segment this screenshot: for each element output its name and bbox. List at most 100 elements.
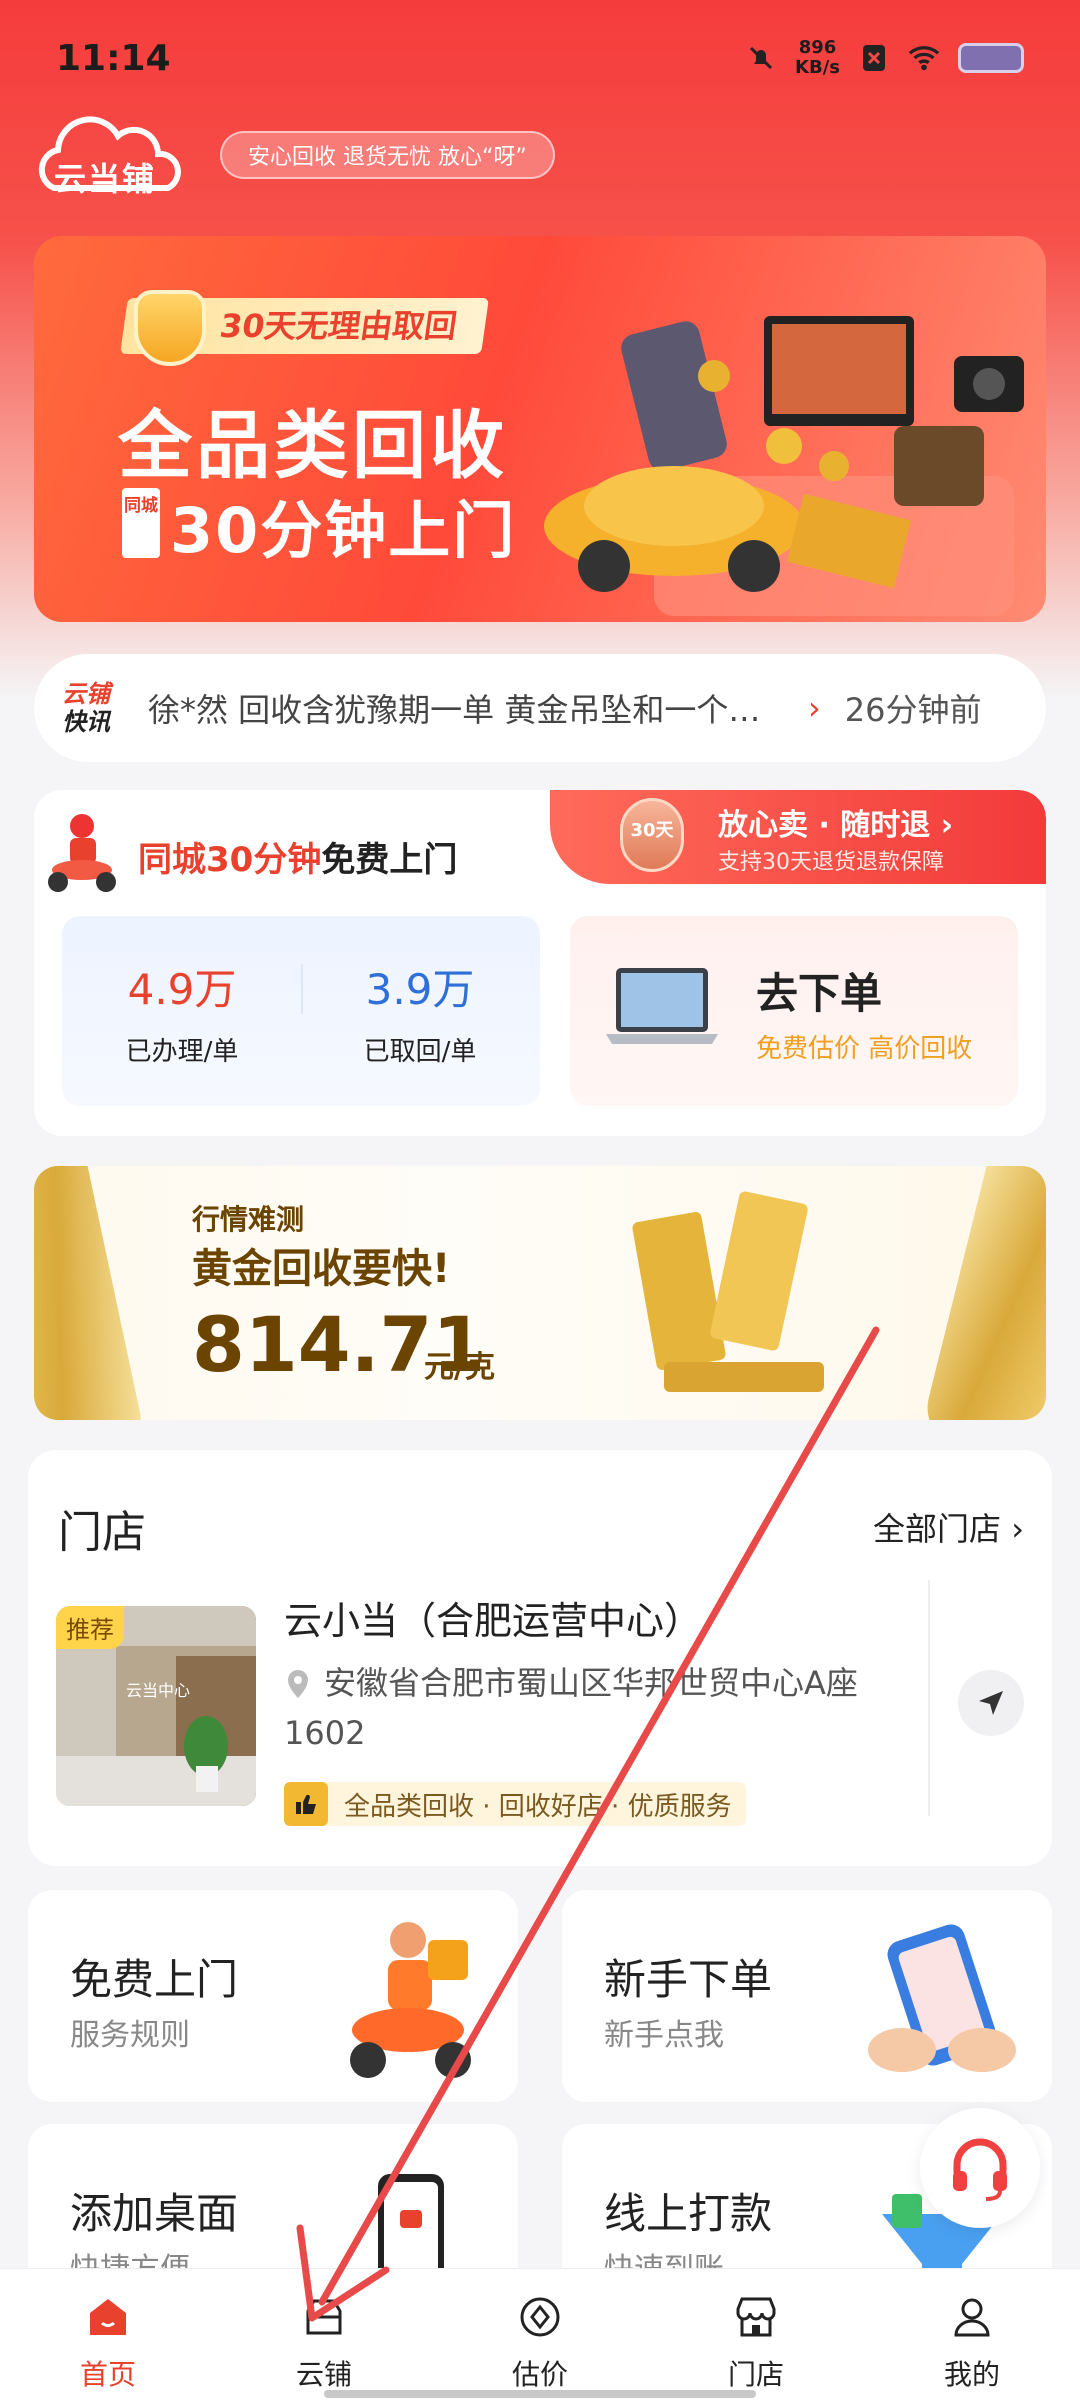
store-feature-text: 全品类回收 · 回收好店 · 优质服务 xyxy=(344,1791,732,1822)
store-name[interactable]: 云小当（合肥运营中心） xyxy=(284,1590,702,1645)
medal-icon: 30天 xyxy=(620,798,684,872)
ticker-logo-top: 云铺 xyxy=(62,680,110,708)
mute-bell-icon xyxy=(745,42,777,74)
ticker-text: 徐*然 回收含犹豫期一单 黄金吊坠和一个黄… xyxy=(148,691,788,729)
nav-tab-profile[interactable]: 我的 xyxy=(864,2269,1080,2408)
gold-unit: 元/克 xyxy=(424,1350,495,1385)
navigation-arrow-icon xyxy=(979,1691,1003,1715)
stat-redeemed-value: 3.9万 xyxy=(365,965,475,1014)
app-logo: 云当铺 xyxy=(34,112,184,198)
headset-icon xyxy=(953,2138,1007,2201)
status-bar: 11:14 896 KB/s xyxy=(0,0,1080,120)
ticker-logo-bottom: 快讯 xyxy=(62,708,110,736)
order-title: 去下单 xyxy=(756,969,883,1018)
slogan-pill: 安心回收 退货无忧 放心“呀” xyxy=(220,131,555,179)
hand-phone-icon xyxy=(868,1924,1016,2072)
tile-free-visit[interactable]: 免费上门 服务规则 xyxy=(28,1890,518,2102)
recommended-tag: 推荐 xyxy=(56,1606,124,1649)
tile-free-visit-sub: 服务规则 xyxy=(70,2018,190,2053)
status-icons: 896 KB/s xyxy=(745,38,1024,78)
tile-beginner-order-title: 新手下单 xyxy=(604,1955,773,2004)
gold-title: 黄金回收要快! xyxy=(192,1246,451,1292)
stat-handled-value: 4.9万 xyxy=(127,965,237,1014)
store-heading: 门店 xyxy=(58,1507,146,1558)
tile-free-visit-title: 免费上门 xyxy=(70,1955,239,2004)
service-title-rest: 免费上门 xyxy=(321,840,458,880)
nav-tab-yunpu-label: 云铺 xyxy=(295,2358,352,2391)
home-icon xyxy=(90,2299,126,2335)
shop-box-icon xyxy=(306,2299,342,2335)
nav-tab-valuation-label: 估价 xyxy=(511,2358,568,2391)
service-title-highlight: 同城30分钟 xyxy=(138,840,322,880)
guarantee-banner[interactable]: 30天 放心卖 · 随时退 › 支持30天退货退款保障 xyxy=(550,790,1046,884)
store-icon xyxy=(736,2297,776,2337)
tile-add-desktop-title: 添加桌面 xyxy=(70,2189,239,2238)
nav-tab-stores[interactable]: 门店 xyxy=(648,2269,864,2408)
ticker-logo: 云铺 快讯 xyxy=(62,680,128,736)
store-sign-text: 云当中心 xyxy=(126,1681,190,1700)
stats-box: 4.9万 已办理/单 3.9万 已取回/单 xyxy=(62,916,540,1106)
gold-tag: 行情难测 xyxy=(192,1203,305,1236)
delivery-scooter-icon xyxy=(48,814,116,892)
store-feature-tag: 全品类回收 · 回收好店 · 优质服务 xyxy=(284,1782,746,1826)
store-section: 门店 全部门店 › 云当中心 推荐 云小当（合肥运营中心） 安徽省合肥市蜀山区华… xyxy=(28,1450,1052,1866)
thumbs-up-icon xyxy=(284,1782,328,1826)
all-stores-link[interactable]: 全部门店 › xyxy=(873,1504,1024,1550)
laptop-icon xyxy=(606,968,718,1044)
sim-off-icon xyxy=(858,42,890,74)
bottom-nav: 首页 云铺 估价 门店 我的 xyxy=(0,2268,1080,2408)
store-divider xyxy=(928,1580,930,1816)
shield-icon xyxy=(134,290,206,366)
guarantee-subtitle: 支持30天退货退款保障 xyxy=(718,850,944,875)
stat-handled-label: 已办理/单 xyxy=(125,1037,239,1067)
status-time: 11:14 xyxy=(56,38,171,79)
nav-tab-profile-label: 我的 xyxy=(943,2358,1000,2391)
order-subtitle: 免费估价 高价回收 xyxy=(756,1034,973,1064)
customer-service-button[interactable] xyxy=(920,2108,1040,2228)
network-speed: 896 KB/s xyxy=(795,38,840,78)
gold-ribbon-right xyxy=(919,1166,1046,1420)
valuation-icon xyxy=(520,2297,560,2337)
place-order-button[interactable]: 去下单 免费估价 高价回收 xyxy=(570,916,1018,1106)
tile-beginner-order[interactable]: 新手下单 新手点我 xyxy=(562,1890,1052,2102)
stat-redeemed: 3.9万 已取回/单 xyxy=(320,956,520,1068)
nav-tab-home-label: 首页 xyxy=(79,2358,136,2391)
service-card: 30天 放心卖 · 随时退 › 支持30天退货退款保障 同城30分钟免费上门 4… xyxy=(34,790,1046,1136)
ticker-time: 26分钟前 xyxy=(844,691,982,729)
net-speed-value: 896 xyxy=(798,37,837,58)
app-header: 云当铺 安心回收 退货无忧 放心“呀” xyxy=(34,110,555,200)
hero-sub-tag: 同城 xyxy=(122,488,160,558)
nav-tab-home[interactable]: 首页 xyxy=(0,2269,216,2408)
store-address: 安徽省合肥市蜀山区华邦世贸中心A座1602 xyxy=(284,1664,858,1752)
gold-ribbon-left xyxy=(34,1166,149,1420)
gold-bars-icon xyxy=(632,1191,824,1392)
all-stores-label: 全部门店 xyxy=(873,1510,1002,1548)
wifi-icon xyxy=(908,42,940,74)
nav-tab-stores-label: 门店 xyxy=(727,2358,784,2391)
stat-divider xyxy=(301,964,303,1014)
hero-products-illustration xyxy=(544,316,1024,616)
guarantee-title: 放心卖 · 随时退 › xyxy=(718,808,954,843)
chevron-right-icon: › xyxy=(808,689,821,727)
nav-tab-valuation[interactable]: 估价 xyxy=(432,2269,648,2408)
news-ticker[interactable]: 云铺 快讯 徐*然 回收含犹豫期一单 黄金吊坠和一个黄… › 26分钟前 xyxy=(34,654,1046,762)
store-photo[interactable]: 云当中心 推荐 xyxy=(56,1606,256,1806)
stat-handled: 4.9万 已办理/单 xyxy=(82,956,282,1068)
battery-icon xyxy=(958,43,1024,73)
service-title: 同城30分钟免费上门 xyxy=(138,832,457,881)
stat-redeemed-label: 已取回/单 xyxy=(363,1037,477,1067)
net-speed-unit: KB/s xyxy=(795,57,840,78)
gold-price-banner[interactable]: 行情难测 黄金回收要快! 814.71 元/克 xyxy=(34,1166,1046,1420)
hero-banner[interactable]: 30天无理由取回 全品类回收 同城 30分钟上门 xyxy=(34,236,1046,622)
hero-subtitle: 30分钟上门 xyxy=(170,494,517,567)
home-indicator xyxy=(324,2390,756,2398)
navigate-button[interactable] xyxy=(958,1670,1024,1736)
chevron-right-icon: › xyxy=(1011,1510,1024,1548)
hero-title: 全品类回收 xyxy=(118,403,508,489)
tile-online-payment-title: 线上打款 xyxy=(604,2189,773,2238)
profile-icon xyxy=(954,2298,990,2337)
tile-beginner-order-sub: 新手点我 xyxy=(604,2018,724,2053)
logo-text: 云当铺 xyxy=(54,160,157,198)
nav-tab-yunpu[interactable]: 云铺 xyxy=(216,2269,432,2408)
courier-scooter-icon xyxy=(350,1922,471,2078)
